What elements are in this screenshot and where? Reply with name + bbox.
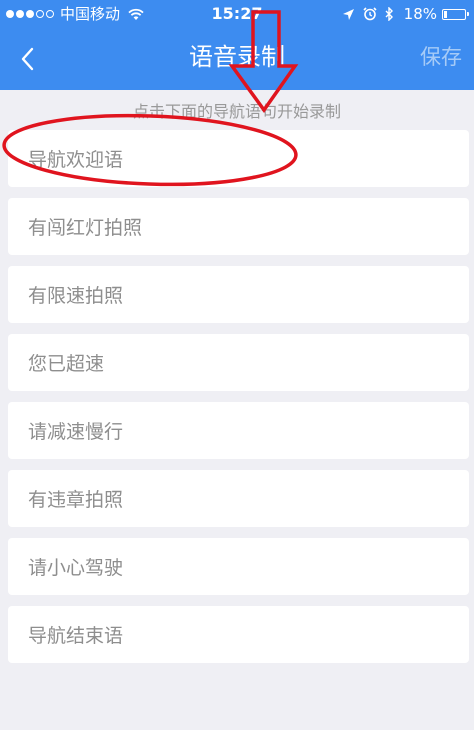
location-arrow-icon bbox=[342, 8, 355, 21]
list-item-speeding[interactable]: 您已超速 bbox=[8, 334, 469, 391]
battery-icon bbox=[442, 8, 469, 20]
nav-bar: 语音录制 保存 bbox=[0, 28, 474, 90]
list-item-navigation-end[interactable]: 导航结束语 bbox=[8, 606, 469, 663]
save-button[interactable]: 保存 bbox=[420, 40, 462, 74]
list-item-slow-down[interactable]: 请减速慢行 bbox=[8, 402, 469, 459]
status-right: 18% bbox=[334, 0, 469, 28]
list-item-welcome[interactable]: 导航欢迎语 bbox=[8, 130, 469, 187]
battery-percent: 18% bbox=[403, 5, 437, 23]
list-item-violation-camera[interactable]: 有违章拍照 bbox=[8, 470, 469, 527]
header: 中国移动 15:27 18% 语音录制 保存 bbox=[0, 0, 474, 90]
instruction-hint: 点击下面的导航语句开始录制 bbox=[132, 102, 341, 121]
list-item-red-light-camera[interactable]: 有闯红灯拍照 bbox=[8, 198, 469, 255]
list-item-drive-carefully[interactable]: 请小心驾驶 bbox=[8, 538, 469, 595]
status-bar: 中国移动 15:27 18% bbox=[0, 0, 474, 28]
page-title: 语音录制 bbox=[189, 43, 285, 71]
alarm-clock-icon bbox=[363, 7, 377, 21]
list-item-speed-limit-camera[interactable]: 有限速拍照 bbox=[8, 266, 469, 323]
battery-level-fill bbox=[444, 10, 447, 18]
voice-prompt-list: 导航欢迎语 有闯红灯拍照 有限速拍照 您已超速 请减速慢行 有违章拍照 请小心驾… bbox=[8, 130, 469, 674]
bluetooth-icon bbox=[385, 7, 394, 21]
